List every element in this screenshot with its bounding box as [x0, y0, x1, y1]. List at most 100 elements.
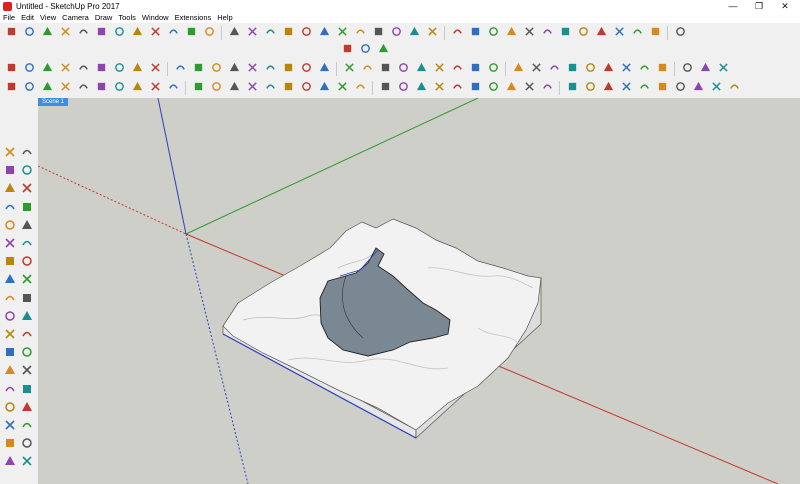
extension-4-button[interactable] [59, 82, 71, 94]
solid-outer-button[interactable] [131, 62, 143, 75]
extension-10-button[interactable] [167, 82, 179, 94]
extension-35-button[interactable] [638, 82, 650, 94]
extension-27-button[interactable] [487, 82, 499, 94]
solid-subtract-button[interactable] [59, 63, 71, 75]
style-button[interactable] [541, 27, 553, 39]
section-plane-tool[interactable] [21, 456, 33, 469]
tape-measure-tool[interactable] [4, 329, 16, 342]
measure-button[interactable] [638, 63, 650, 75]
extension-40-button[interactable] [728, 82, 740, 94]
paint-bucket-button[interactable] [5, 63, 17, 75]
close-button[interactable]: ✕ [774, 0, 796, 12]
maximize-button[interactable]: ❐ [748, 0, 770, 12]
protractor-button[interactable] [318, 26, 330, 39]
solid-split-button[interactable] [95, 63, 107, 75]
fog-button[interactable] [523, 27, 535, 39]
model-viewport[interactable] [38, 98, 800, 484]
zoom-tool[interactable] [4, 402, 16, 415]
pie-button[interactable] [174, 63, 186, 75]
extension-14-button[interactable] [246, 82, 258, 94]
extension-33-button[interactable] [602, 81, 614, 94]
left-view-button[interactable] [343, 63, 355, 75]
front-view-button[interactable] [282, 63, 294, 75]
menu-window[interactable]: Window [141, 13, 170, 22]
menu-camera[interactable]: Camera [61, 13, 90, 22]
scale-button[interactable] [426, 27, 438, 39]
model-canvas[interactable] [38, 98, 800, 484]
move-button[interactable] [131, 26, 143, 39]
sandbox-button[interactable] [674, 27, 686, 39]
extension-12-button[interactable] [210, 82, 222, 94]
push-pull-tool[interactable] [21, 256, 33, 269]
rotate-button[interactable] [5, 27, 17, 39]
dimension-tool[interactable] [21, 330, 33, 342]
polygon-tool[interactable] [21, 219, 33, 233]
extension-32-button[interactable] [584, 82, 596, 94]
pan-button[interactable] [167, 27, 179, 39]
menu-tools[interactable]: Tools [117, 13, 137, 22]
follow-me-tool[interactable] [21, 274, 33, 287]
zoom-window-tool[interactable] [21, 401, 33, 415]
textured-button[interactable] [512, 62, 524, 75]
rotate-tool[interactable] [4, 294, 16, 306]
extension-6-button[interactable] [95, 82, 107, 94]
shadow-button[interactable] [505, 26, 517, 39]
intersect-tool[interactable] [21, 310, 33, 324]
blue-sphere-button[interactable] [397, 63, 409, 75]
3d-text-tool[interactable] [21, 365, 33, 378]
circle-button[interactable] [264, 27, 276, 39]
orbit-button[interactable] [149, 27, 161, 39]
back-edges-button[interactable] [566, 63, 578, 75]
extension-39-button[interactable] [710, 82, 722, 94]
home-button[interactable] [361, 63, 373, 75]
hidden-button[interactable] [469, 63, 481, 75]
extension-21-button[interactable] [379, 82, 391, 94]
extension-38-button[interactable] [692, 81, 704, 94]
extension-17-button[interactable] [300, 82, 312, 94]
offset-button[interactable] [408, 26, 420, 39]
iso-view-button[interactable] [246, 63, 258, 75]
extension-25-button[interactable] [451, 82, 463, 94]
rect-button[interactable] [282, 27, 294, 39]
extension-16-button[interactable] [282, 82, 294, 94]
arc-tool[interactable] [4, 238, 16, 251]
follow-button[interactable] [390, 27, 402, 39]
extension-29-button[interactable] [523, 82, 535, 94]
line-button[interactable] [228, 26, 240, 39]
top-view-button[interactable] [264, 63, 276, 75]
solid-trim-button[interactable] [77, 63, 89, 75]
menu-file[interactable]: File [2, 13, 16, 22]
menu-edit[interactable]: Edit [20, 13, 35, 22]
walk-tool[interactable] [4, 456, 16, 469]
walk-button[interactable] [451, 27, 463, 39]
mono-button[interactable] [530, 63, 542, 75]
arc-tool-button[interactable] [149, 63, 161, 75]
extension-19-button[interactable] [336, 82, 348, 94]
right-view-button[interactable] [300, 63, 312, 75]
teal-sphere-button[interactable] [415, 62, 427, 75]
soccer-button[interactable] [681, 63, 693, 75]
redo-button[interactable] [41, 26, 53, 39]
extension-28-button[interactable] [505, 81, 517, 94]
outliner-button[interactable] [577, 27, 589, 39]
push-pull-button[interactable] [113, 27, 125, 39]
dim-button[interactable] [372, 27, 384, 39]
location-button[interactable] [359, 44, 371, 56]
tape-button[interactable] [300, 27, 312, 39]
extension-2-button[interactable] [23, 82, 35, 94]
download-button[interactable] [377, 43, 389, 56]
arc-button[interactable] [246, 27, 258, 39]
offset-tool[interactable] [21, 293, 33, 306]
extension-9-button[interactable] [149, 82, 161, 94]
layers-button[interactable] [559, 27, 571, 39]
zoom-extents-tool[interactable] [4, 420, 16, 433]
push-button[interactable] [210, 63, 222, 75]
extension-18-button[interactable] [318, 81, 330, 94]
extension-30-button[interactable] [541, 82, 553, 94]
extension-5-button[interactable] [77, 82, 89, 94]
paint-brush-button[interactable] [23, 63, 35, 75]
shaded-button[interactable] [487, 63, 499, 75]
menu-draw[interactable]: Draw [94, 13, 114, 22]
text-tool[interactable] [21, 347, 33, 360]
eraser-tool[interactable] [21, 165, 33, 178]
